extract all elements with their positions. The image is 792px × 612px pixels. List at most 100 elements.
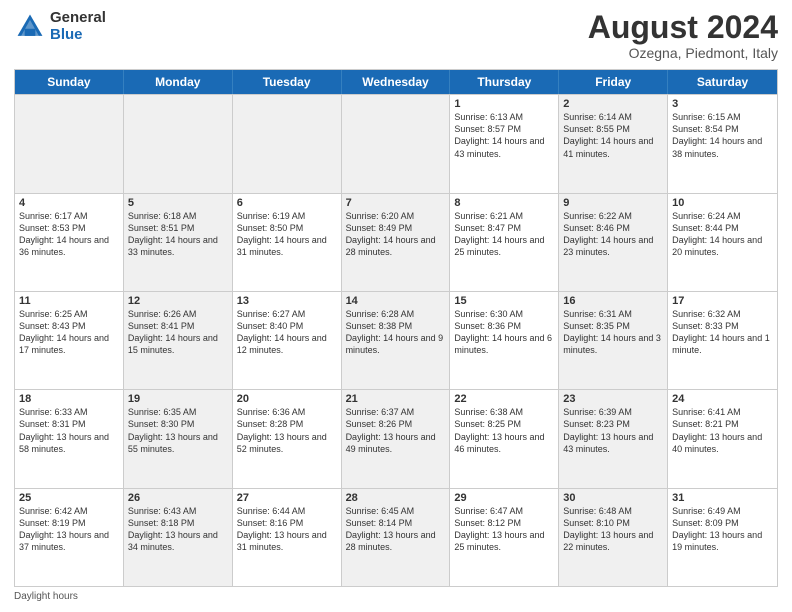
day-number: 4 [19,197,119,209]
day-number: 28 [346,492,446,504]
cal-cell-empty-0-1 [124,95,233,192]
cal-cell-20: 20Sunrise: 6:36 AM Sunset: 8:28 PM Dayli… [233,390,342,487]
day-number: 2 [563,98,663,110]
cell-info: Sunrise: 6:13 AM Sunset: 8:57 PM Dayligh… [454,111,554,160]
cell-info: Sunrise: 6:25 AM Sunset: 8:43 PM Dayligh… [19,308,119,357]
cal-row-4: 25Sunrise: 6:42 AM Sunset: 8:19 PM Dayli… [15,488,777,586]
cal-row-1: 4Sunrise: 6:17 AM Sunset: 8:53 PM Daylig… [15,193,777,291]
day-number: 18 [19,393,119,405]
cal-header-wednesday: Wednesday [342,70,451,94]
day-number: 23 [563,393,663,405]
cell-info: Sunrise: 6:26 AM Sunset: 8:41 PM Dayligh… [128,308,228,357]
footer-note: Daylight hours [14,591,778,602]
cal-cell-10: 10Sunrise: 6:24 AM Sunset: 8:44 PM Dayli… [668,194,777,291]
day-number: 25 [19,492,119,504]
cal-cell-13: 13Sunrise: 6:27 AM Sunset: 8:40 PM Dayli… [233,292,342,389]
logo-icon [14,11,46,43]
cal-cell-5: 5Sunrise: 6:18 AM Sunset: 8:51 PM Daylig… [124,194,233,291]
cell-info: Sunrise: 6:36 AM Sunset: 8:28 PM Dayligh… [237,406,337,455]
cell-info: Sunrise: 6:37 AM Sunset: 8:26 PM Dayligh… [346,406,446,455]
cell-info: Sunrise: 6:31 AM Sunset: 8:35 PM Dayligh… [563,308,663,357]
cal-header-friday: Friday [559,70,668,94]
cell-info: Sunrise: 6:43 AM Sunset: 8:18 PM Dayligh… [128,505,228,554]
cell-info: Sunrise: 6:38 AM Sunset: 8:25 PM Dayligh… [454,406,554,455]
cell-info: Sunrise: 6:24 AM Sunset: 8:44 PM Dayligh… [672,210,773,259]
cal-cell-28: 28Sunrise: 6:45 AM Sunset: 8:14 PM Dayli… [342,489,451,586]
cal-row-3: 18Sunrise: 6:33 AM Sunset: 8:31 PM Dayli… [15,389,777,487]
cal-header-thursday: Thursday [450,70,559,94]
cell-info: Sunrise: 6:18 AM Sunset: 8:51 PM Dayligh… [128,210,228,259]
cell-info: Sunrise: 6:20 AM Sunset: 8:49 PM Dayligh… [346,210,446,259]
day-number: 6 [237,197,337,209]
cal-cell-24: 24Sunrise: 6:41 AM Sunset: 8:21 PM Dayli… [668,390,777,487]
cell-info: Sunrise: 6:39 AM Sunset: 8:23 PM Dayligh… [563,406,663,455]
cal-header-saturday: Saturday [668,70,777,94]
cal-cell-1: 1Sunrise: 6:13 AM Sunset: 8:57 PM Daylig… [450,95,559,192]
cell-info: Sunrise: 6:33 AM Sunset: 8:31 PM Dayligh… [19,406,119,455]
cal-cell-27: 27Sunrise: 6:44 AM Sunset: 8:16 PM Dayli… [233,489,342,586]
day-number: 10 [672,197,773,209]
cell-info: Sunrise: 6:21 AM Sunset: 8:47 PM Dayligh… [454,210,554,259]
cal-cell-2: 2Sunrise: 6:14 AM Sunset: 8:55 PM Daylig… [559,95,668,192]
cell-info: Sunrise: 6:27 AM Sunset: 8:40 PM Dayligh… [237,308,337,357]
cell-info: Sunrise: 6:48 AM Sunset: 8:10 PM Dayligh… [563,505,663,554]
cal-header-tuesday: Tuesday [233,70,342,94]
cal-header-monday: Monday [124,70,233,94]
cal-cell-19: 19Sunrise: 6:35 AM Sunset: 8:30 PM Dayli… [124,390,233,487]
day-number: 30 [563,492,663,504]
cell-info: Sunrise: 6:45 AM Sunset: 8:14 PM Dayligh… [346,505,446,554]
cell-info: Sunrise: 6:32 AM Sunset: 8:33 PM Dayligh… [672,308,773,357]
cal-cell-12: 12Sunrise: 6:26 AM Sunset: 8:41 PM Dayli… [124,292,233,389]
day-number: 11 [19,295,119,307]
cal-cell-9: 9Sunrise: 6:22 AM Sunset: 8:46 PM Daylig… [559,194,668,291]
logo: General Blue [14,10,106,43]
day-number: 24 [672,393,773,405]
cal-header-sunday: Sunday [15,70,124,94]
day-number: 19 [128,393,228,405]
cell-info: Sunrise: 6:28 AM Sunset: 8:38 PM Dayligh… [346,308,446,357]
cal-cell-17: 17Sunrise: 6:32 AM Sunset: 8:33 PM Dayli… [668,292,777,389]
day-number: 8 [454,197,554,209]
day-number: 1 [454,98,554,110]
day-number: 26 [128,492,228,504]
day-number: 14 [346,295,446,307]
cell-info: Sunrise: 6:47 AM Sunset: 8:12 PM Dayligh… [454,505,554,554]
day-number: 20 [237,393,337,405]
cal-cell-11: 11Sunrise: 6:25 AM Sunset: 8:43 PM Dayli… [15,292,124,389]
cal-cell-empty-0-2 [233,95,342,192]
cal-cell-14: 14Sunrise: 6:28 AM Sunset: 8:38 PM Dayli… [342,292,451,389]
day-number: 16 [563,295,663,307]
day-number: 31 [672,492,773,504]
cell-info: Sunrise: 6:35 AM Sunset: 8:30 PM Dayligh… [128,406,228,455]
day-number: 21 [346,393,446,405]
title-block: August 2024 Ozegna, Piedmont, Italy [588,10,778,61]
day-number: 9 [563,197,663,209]
cal-cell-7: 7Sunrise: 6:20 AM Sunset: 8:49 PM Daylig… [342,194,451,291]
cell-info: Sunrise: 6:44 AM Sunset: 8:16 PM Dayligh… [237,505,337,554]
cal-cell-empty-0-3 [342,95,451,192]
logo-text: General Blue [50,10,106,43]
cell-info: Sunrise: 6:15 AM Sunset: 8:54 PM Dayligh… [672,111,773,160]
page: General Blue August 2024 Ozegna, Piedmon… [0,0,792,612]
cell-info: Sunrise: 6:49 AM Sunset: 8:09 PM Dayligh… [672,505,773,554]
header: General Blue August 2024 Ozegna, Piedmon… [14,10,778,61]
cal-cell-18: 18Sunrise: 6:33 AM Sunset: 8:31 PM Dayli… [15,390,124,487]
day-number: 7 [346,197,446,209]
cal-cell-4: 4Sunrise: 6:17 AM Sunset: 8:53 PM Daylig… [15,194,124,291]
day-number: 22 [454,393,554,405]
cal-cell-22: 22Sunrise: 6:38 AM Sunset: 8:25 PM Dayli… [450,390,559,487]
cell-info: Sunrise: 6:42 AM Sunset: 8:19 PM Dayligh… [19,505,119,554]
location: Ozegna, Piedmont, Italy [588,45,778,61]
cal-cell-15: 15Sunrise: 6:30 AM Sunset: 8:36 PM Dayli… [450,292,559,389]
cal-row-2: 11Sunrise: 6:25 AM Sunset: 8:43 PM Dayli… [15,291,777,389]
cal-cell-23: 23Sunrise: 6:39 AM Sunset: 8:23 PM Dayli… [559,390,668,487]
day-number: 13 [237,295,337,307]
month-year: August 2024 [588,10,778,45]
day-number: 12 [128,295,228,307]
cell-info: Sunrise: 6:19 AM Sunset: 8:50 PM Dayligh… [237,210,337,259]
cal-cell-25: 25Sunrise: 6:42 AM Sunset: 8:19 PM Dayli… [15,489,124,586]
cal-cell-16: 16Sunrise: 6:31 AM Sunset: 8:35 PM Dayli… [559,292,668,389]
cal-cell-empty-0-0 [15,95,124,192]
cell-info: Sunrise: 6:30 AM Sunset: 8:36 PM Dayligh… [454,308,554,357]
calendar-body: 1Sunrise: 6:13 AM Sunset: 8:57 PM Daylig… [15,94,777,586]
